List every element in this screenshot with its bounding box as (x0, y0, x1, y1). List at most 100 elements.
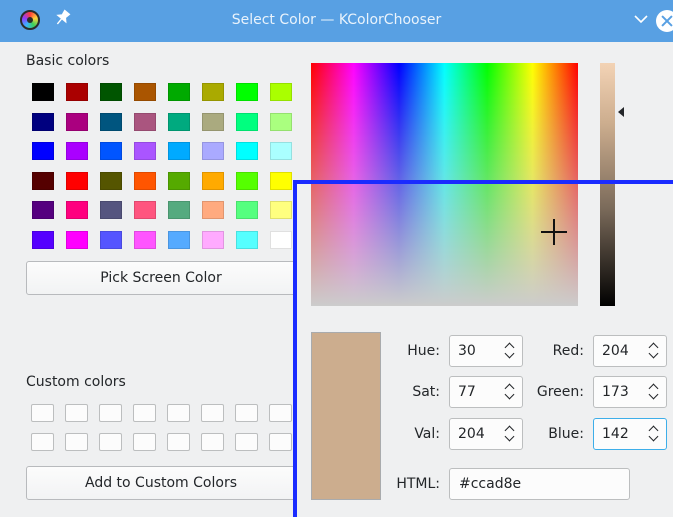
hue-label: Hue: (407, 343, 440, 359)
basic-color-swatch[interactable] (134, 172, 156, 190)
basic-color-swatch[interactable] (66, 113, 88, 131)
basic-color-swatch[interactable] (32, 231, 54, 249)
red-value: 204 (602, 343, 629, 359)
basic-color-swatch[interactable] (270, 172, 292, 190)
hue-value: 30 (458, 343, 476, 359)
basic-color-swatch[interactable] (100, 201, 122, 219)
custom-color-swatch[interactable] (99, 404, 122, 422)
window-title: Select Color — KColorChooser (231, 12, 442, 28)
basic-color-swatch[interactable] (168, 172, 190, 190)
custom-color-swatch[interactable] (235, 433, 258, 451)
basic-color-swatch[interactable] (100, 231, 122, 249)
basic-color-swatch[interactable] (32, 83, 54, 101)
basic-color-swatch[interactable] (134, 113, 156, 131)
basic-color-swatch[interactable] (202, 113, 224, 131)
basic-color-swatch[interactable] (168, 201, 190, 219)
basic-color-swatch[interactable] (236, 142, 258, 160)
custom-color-swatch[interactable] (31, 404, 54, 422)
basic-color-swatch[interactable] (134, 201, 156, 219)
basic-color-swatch[interactable] (270, 83, 292, 101)
basic-color-swatch[interactable] (134, 231, 156, 249)
basic-color-swatch[interactable] (236, 231, 258, 249)
basic-color-swatch[interactable] (236, 201, 258, 219)
basic-color-swatch[interactable] (134, 83, 156, 101)
chevron-down-icon[interactable] (631, 9, 651, 29)
basic-color-swatch[interactable] (100, 83, 122, 101)
basic-color-swatch[interactable] (32, 142, 54, 160)
sat-value: 77 (458, 384, 476, 400)
green-value: 173 (602, 384, 629, 400)
custom-color-swatch[interactable] (167, 433, 190, 451)
basic-color-swatch[interactable] (202, 172, 224, 190)
basic-color-swatch[interactable] (270, 113, 292, 131)
spin-arrows-icon[interactable] (648, 425, 660, 443)
spin-arrows-icon[interactable] (648, 342, 660, 360)
basic-colors-label: Basic colors (26, 53, 110, 69)
custom-color-swatch[interactable] (201, 404, 224, 422)
add-to-custom-colors-button[interactable]: Add to Custom Colors (26, 466, 296, 500)
basic-color-swatch[interactable] (100, 142, 122, 160)
custom-color-swatch[interactable] (99, 433, 122, 451)
custom-color-swatch[interactable] (167, 404, 190, 422)
custom-color-swatch[interactable] (133, 404, 156, 422)
basic-color-swatch[interactable] (270, 142, 292, 160)
basic-color-swatch[interactable] (168, 83, 190, 101)
blue-value: 142 (602, 426, 629, 442)
basic-color-swatch[interactable] (66, 231, 88, 249)
red-label: Red: (552, 343, 584, 359)
custom-color-swatch[interactable] (269, 433, 292, 451)
basic-color-swatch[interactable] (168, 142, 190, 160)
custom-color-swatch[interactable] (65, 404, 88, 422)
custom-color-swatch[interactable] (65, 433, 88, 451)
basic-color-swatch[interactable] (134, 142, 156, 160)
custom-color-swatch[interactable] (133, 433, 156, 451)
basic-color-swatch[interactable] (236, 172, 258, 190)
custom-colors-label: Custom colors (26, 374, 126, 390)
custom-color-swatch[interactable] (31, 433, 54, 451)
custom-color-swatch[interactable] (235, 404, 258, 422)
basic-color-swatch[interactable] (270, 231, 292, 249)
basic-color-swatch[interactable] (66, 201, 88, 219)
basic-color-swatch[interactable] (66, 142, 88, 160)
html-input[interactable]: #ccad8e (449, 468, 630, 500)
val-spinbox[interactable]: 204 (449, 418, 523, 450)
basic-color-swatch[interactable] (202, 201, 224, 219)
basic-color-swatch[interactable] (168, 113, 190, 131)
basic-color-swatch[interactable] (202, 142, 224, 160)
val-label: Val: (414, 426, 440, 442)
basic-color-swatch[interactable] (32, 201, 54, 219)
title-bar: Select Color — KColorChooser (0, 0, 673, 42)
sat-spinbox[interactable]: 77 (449, 376, 523, 408)
val-value: 204 (458, 426, 485, 442)
red-spinbox[interactable]: 204 (593, 335, 667, 367)
basic-color-swatch[interactable] (168, 231, 190, 249)
spin-arrows-icon[interactable] (504, 425, 516, 443)
value-slider-arrow-icon[interactable] (618, 107, 624, 117)
basic-color-swatch[interactable] (66, 172, 88, 190)
basic-color-swatch[interactable] (202, 231, 224, 249)
blue-spinbox[interactable]: 142 (593, 418, 667, 450)
color-preview (311, 332, 381, 500)
basic-color-swatch[interactable] (236, 113, 258, 131)
basic-color-swatch[interactable] (32, 113, 54, 131)
green-label: Green: (536, 384, 584, 400)
basic-color-swatch[interactable] (100, 113, 122, 131)
custom-color-swatch[interactable] (201, 433, 224, 451)
close-icon[interactable] (656, 10, 673, 32)
spin-arrows-icon[interactable] (648, 383, 660, 401)
basic-color-swatch[interactable] (202, 83, 224, 101)
custom-color-swatch[interactable] (269, 404, 292, 422)
spin-arrows-icon[interactable] (504, 383, 516, 401)
basic-color-swatch[interactable] (236, 83, 258, 101)
spin-arrows-icon[interactable] (504, 342, 516, 360)
pick-screen-color-button[interactable]: Pick Screen Color (26, 261, 296, 295)
green-spinbox[interactable]: 173 (593, 376, 667, 408)
basic-color-swatch[interactable] (66, 83, 88, 101)
html-label: HTML: (396, 476, 440, 492)
basic-color-swatch[interactable] (270, 201, 292, 219)
hue-spinbox[interactable]: 30 (449, 335, 523, 367)
basic-color-swatch[interactable] (100, 172, 122, 190)
html-value: #ccad8e (459, 476, 522, 492)
blue-label: Blue: (548, 426, 584, 442)
basic-color-swatch[interactable] (32, 172, 54, 190)
